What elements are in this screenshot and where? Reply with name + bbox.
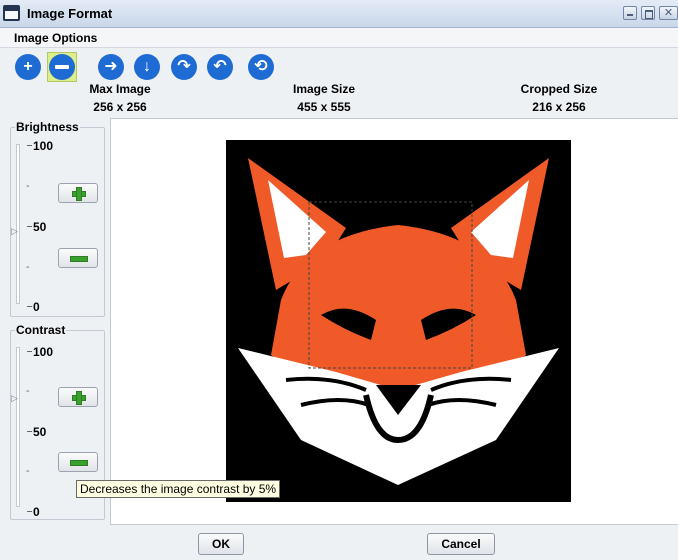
maximize-button[interactable] bbox=[641, 6, 655, 20]
fox-image[interactable] bbox=[226, 140, 571, 502]
brightness-title: Brightness bbox=[15, 120, 80, 134]
image-size-value: 455 x 555 bbox=[297, 100, 351, 114]
cropped-size-value: 216 x 256 bbox=[532, 100, 586, 114]
brightness-tick-min: 0 bbox=[27, 300, 40, 314]
contrast-tick-minor bbox=[26, 465, 30, 477]
contrast-slider-thumb[interactable]: ▷ bbox=[11, 393, 23, 403]
brightness-tick-minor bbox=[26, 180, 30, 192]
contrast-tick-max: 100 bbox=[26, 345, 54, 359]
rotate-counterclockwise-icon[interactable]: ↶ bbox=[207, 54, 233, 80]
brightness-slider-track[interactable] bbox=[16, 144, 20, 304]
ok-button[interactable]: OK bbox=[198, 533, 244, 555]
window-title: Image Format bbox=[27, 6, 113, 21]
reset-icon[interactable]: ⟲ bbox=[248, 54, 274, 80]
contrast-decrease-button[interactable] bbox=[58, 452, 98, 472]
max-image-label: Max Image bbox=[89, 82, 151, 96]
brightness-tick-minor bbox=[26, 261, 30, 273]
brightness-tick-max: 100 bbox=[26, 139, 54, 153]
cropped-size-label: Cropped Size bbox=[520, 82, 598, 96]
brightness-decrease-button[interactable] bbox=[58, 248, 98, 268]
close-button[interactable]: ✕ bbox=[659, 6, 678, 20]
zoom-in-plus-icon[interactable]: + bbox=[15, 54, 41, 80]
zoom-out-selected-wrapper[interactable] bbox=[47, 52, 77, 82]
image-size-info: Image Size 455 x 555 bbox=[274, 82, 374, 114]
contrast-increase-button[interactable] bbox=[58, 387, 98, 407]
contrast-title: Contrast bbox=[15, 323, 67, 337]
cropped-size-info: Cropped Size 216 x 256 bbox=[504, 82, 614, 114]
brightness-tick-mid: 50 bbox=[26, 220, 47, 234]
contrast-tick-min: 0 bbox=[27, 505, 40, 519]
contrast-tick-mid: 50 bbox=[26, 425, 47, 439]
image-size-label: Image Size bbox=[292, 82, 356, 96]
menu-bar: Image Options bbox=[0, 28, 678, 48]
minimize-button[interactable] bbox=[623, 6, 637, 20]
arrow-down-icon[interactable]: ↓ bbox=[134, 54, 160, 80]
brightness-slider-thumb[interactable]: ▷ bbox=[11, 226, 23, 236]
size-info: Max Image 256 x 256 Image Size 455 x 555… bbox=[0, 82, 678, 118]
zoom-out-minus-icon[interactable] bbox=[49, 54, 75, 80]
tooltip: Decreases the image contrast by 5% bbox=[76, 480, 281, 498]
contrast-tick-minor bbox=[26, 385, 30, 397]
brightness-increase-button[interactable] bbox=[58, 183, 98, 203]
arrow-right-icon[interactable]: ➜ bbox=[98, 54, 124, 80]
cancel-button[interactable]: Cancel bbox=[427, 533, 495, 555]
max-image-info: Max Image 256 x 256 bbox=[80, 82, 160, 114]
contrast-slider-track[interactable] bbox=[16, 347, 20, 507]
menu-image-options[interactable]: Image Options bbox=[14, 31, 97, 45]
title-bar: Image Format ✕ bbox=[0, 0, 678, 28]
max-image-value: 256 x 256 bbox=[93, 100, 147, 114]
rotate-clockwise-icon[interactable]: ↷ bbox=[171, 54, 197, 80]
brightness-group: Brightness ▷ 100 50 0 bbox=[10, 120, 105, 317]
window-icon bbox=[3, 5, 20, 21]
